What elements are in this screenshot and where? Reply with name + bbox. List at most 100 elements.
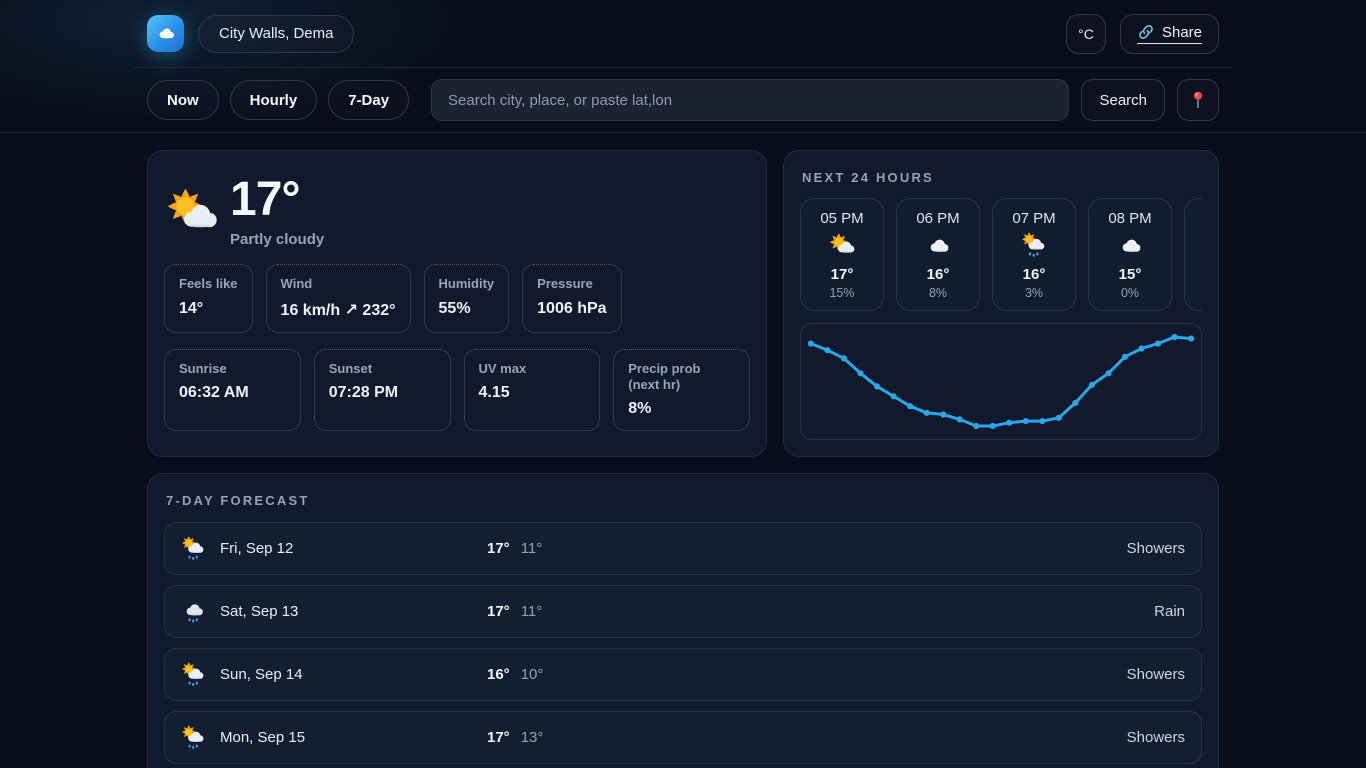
forecast-day-name: Sun, Sep 14 [220,666,303,683]
stat-tile-sunset: Sunset 07:28 PM [314,349,451,432]
chip-temperature: 15° [1189,266,1202,283]
forecast-condition: Rain [1154,603,1185,620]
next-24-hours-card: NEXT 24 HOURS 05 PM 17° 15% 06 PM 16° 8% 07 PM… [783,150,1219,457]
stat-tile-wind: Wind16 km/h ↗ 232° [266,264,411,332]
chip-time: 07 PM [997,210,1071,227]
tab-7-day[interactable]: 7-Day [328,80,409,120]
search-button[interactable]: Search [1081,79,1165,121]
forecast-condition: Showers [1127,540,1185,557]
seven-day-forecast-card: 7-DAY FORECAST Fri, Sep 12 17° 11° Showers S… [147,473,1219,768]
current-hero: 17° Partly cloudy [164,167,750,248]
temperature-trend-chart [800,323,1202,440]
forecast-day-name: Mon, Sep 15 [220,729,305,746]
nav-bar: Now Hourly7-Day Search [0,68,1366,133]
chip-precip-probability: 0% [1189,286,1202,300]
stat-tile-pressure: Pressure1006 hPa [522,264,621,332]
current-stats-row-2: Sunrise06:32 AMSunset07:28 PMUV max4.15P… [164,349,750,432]
chip-precip-probability: 0% [1093,286,1167,300]
forecast-row[interactable]: Fri, Sep 1217°11°Showers [164,522,1202,575]
use-my-location-button[interactable] [1177,79,1219,121]
sun-shower-icon [181,725,206,750]
chip-temperature: 15° [1093,266,1167,283]
forecast-row[interactable]: Mon, Sep 15 17° 13° Showers [164,711,1202,764]
sun-shower-icon [1021,232,1047,258]
forecast-day-left: Sat, Sep 13 [181,599,487,624]
forecast-low-temp: 10° [521,666,544,683]
cloud-logo-icon [155,23,176,44]
search-input[interactable] [431,79,1069,121]
stat-label: Sunrise [179,361,286,377]
forecast-row[interactable]: Sat, Sep 13 17° 11° Rain [164,585,1202,638]
cloud-icon [925,232,951,258]
forecast-high-temp: 17° [487,729,510,746]
view-tabs: Now Hourly7-Day [147,80,409,120]
sun-shower-icon [181,536,206,561]
forecast-low-temp: 13° [521,729,544,746]
stat-label: UV max [479,361,586,377]
chip-time: 05 PM [805,210,879,227]
stat-tile-precip-prob-next-hr-: Precip prob (next hr)8% [613,349,750,432]
forecast-day-left: Fri, Sep 12 [181,536,487,561]
main-content: 17° Partly cloudy Feels like 14° Wind16 km… [133,150,1233,768]
forecast-day-name: Fri, Sep 12 [220,540,293,557]
stat-value: 16 km/h ↗ 232° [281,300,396,320]
hourly-chips-row: 05 PM17°15%06 PM16°8%07 PM16°3%08 PM15°0… [800,198,1202,311]
stat-value: 06:32 AM [179,384,286,402]
sun-shower-icon [181,662,206,687]
tab-hourly[interactable]: Hourly [230,80,318,120]
stat-value: 1006 hPa [537,300,606,318]
chip-temperature: 16° [901,266,975,283]
chip-temperature: 17° [805,266,879,283]
chip-precip-probability: 8% [901,286,975,300]
current-weather-card: 17° Partly cloudy Feels like 14° Wind16 km… [147,150,767,457]
hourly-chip[interactable]: 05 PM 17° 15% [800,198,884,311]
partly-cloudy-icon [166,186,218,238]
current-temperature: 17° [230,175,324,225]
link-icon [1137,23,1155,41]
forecast-day-left: Mon, Sep 15 [181,725,487,750]
rain-icon [181,599,206,624]
stat-value: 55% [439,300,495,318]
forecast-rows: Fri, Sep 12 17° 11° Showers Sat, Sep 13 17° 11… [164,522,1202,768]
temperature-line-chart [801,324,1201,439]
sun-behind-cloud-icon [829,232,855,258]
app-logo[interactable] [147,15,184,52]
current-condition: Partly cloudy [230,231,324,248]
stat-value: 07:28 PM [329,384,436,402]
share-label: Share [1162,24,1202,41]
next-24-hours-title: NEXT 24 HOURS [802,170,1202,185]
chip-time: 09 PM [1189,210,1202,227]
forecast-high-temp: 17° [487,603,510,620]
hourly-chip[interactable]: 07 PM16°3% [992,198,1076,311]
stat-value: 14° [179,300,238,318]
forecast-low-temp: 11° [521,603,543,620]
current-stats-row-1: Feels like14°Wind16 km/h ↗ 232°Humidity5… [164,264,750,332]
stat-label: Precip prob (next hr) [628,361,735,394]
stat-tile-feels-like: Feels like 14° [164,264,253,332]
stat-tile-sunrise: Sunrise 06:32 AM [164,349,301,432]
location-button[interactable]: City Walls, Dema [198,15,354,53]
forecast-row[interactable]: Sun, Sep 1416°10°Showers [164,648,1202,701]
seven-day-forecast-title: 7-DAY FORECAST [166,493,1202,508]
stat-label: Feels like [179,276,238,292]
forecast-day-name: Sat, Sep 13 [220,603,298,620]
hourly-chip[interactable]: 08 PM 15° 0% [1088,198,1172,311]
hourly-chip[interactable]: 06 PM 16° 8% [896,198,980,311]
chip-precip-probability: 3% [997,286,1071,300]
stat-label: Sunset [329,361,436,377]
cloud-icon [1117,232,1143,258]
unit-toggle-button[interactable]: °C [1066,14,1106,54]
header-bar: City Walls, Dema °C Share [0,0,1366,68]
forecast-high-temp: 17° [487,540,510,557]
share-button[interactable]: Share [1120,14,1219,54]
chip-precip-probability: 15% [805,286,879,300]
pin-icon [1188,90,1208,110]
forecast-condition: Showers [1127,666,1185,683]
chip-time: 06 PM [901,210,975,227]
chip-time: 08 PM [1093,210,1167,227]
hourly-chip[interactable]: 09 PM 15° 0% [1184,198,1202,311]
weather-app-page: City Walls, Dema °C Share Now Hourly7-Day… [0,0,1366,768]
forecast-condition: Showers [1127,729,1185,746]
tab-now[interactable]: Now [147,80,219,120]
stat-tile-uv-max: UV max4.15 [464,349,601,432]
